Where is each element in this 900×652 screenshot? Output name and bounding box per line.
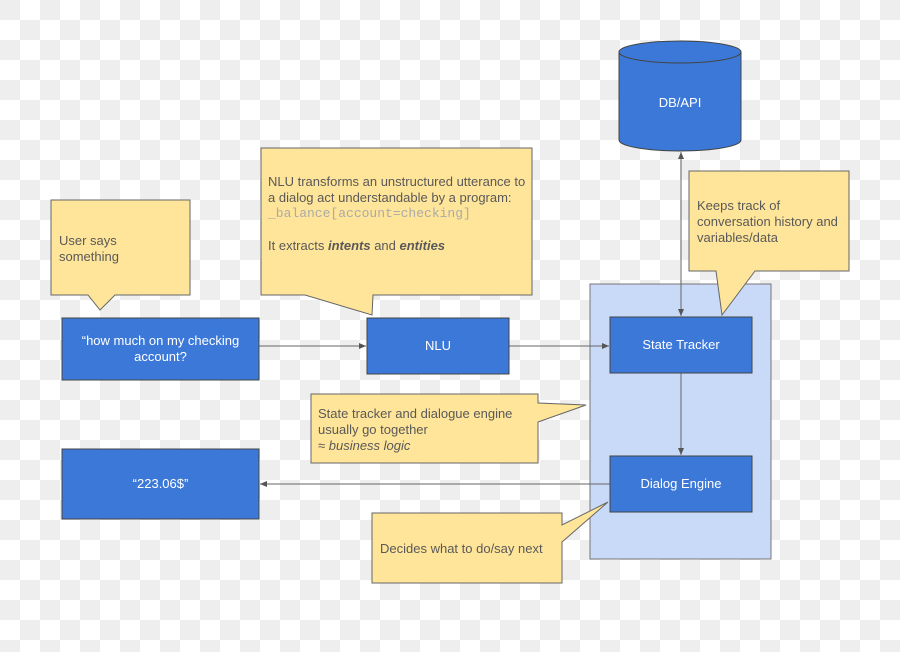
logic-line: State tracker and dialogue engine usuall…: [318, 406, 513, 437]
dialog-engine-label: Dialog Engine: [640, 476, 722, 491]
nlu-code: _balance[account=checking]: [268, 206, 471, 221]
utterance-label: “how much on my checking account?: [81, 333, 240, 364]
nlu-label: NLU: [424, 338, 451, 353]
db-label: DB/API: [658, 95, 702, 110]
and-text: and: [370, 238, 400, 253]
callout-tracker-text: Keeps track of conversation history and …: [697, 198, 838, 245]
entities-text: entities: [399, 238, 446, 253]
logic-em: ≈ business logic: [318, 438, 411, 453]
callout-logic-text: State tracker and dialogue engine usuall…: [318, 406, 533, 454]
callout-engine-text: Decides what to do/say next: [380, 541, 543, 556]
output-label: “223.06$”: [132, 476, 189, 491]
nlu-extract: It extracts intents and entities: [268, 238, 528, 254]
intents-text: intents: [327, 238, 371, 253]
state-tracker-label: State Tracker: [642, 337, 720, 352]
callout-nlu-text: NLU transforms an unstructured utterance…: [268, 174, 528, 254]
nlu-description: NLU transforms an unstructured utterance…: [268, 174, 526, 205]
callout-user-text: User says something: [59, 233, 119, 264]
extract-text: It extracts: [268, 238, 328, 253]
